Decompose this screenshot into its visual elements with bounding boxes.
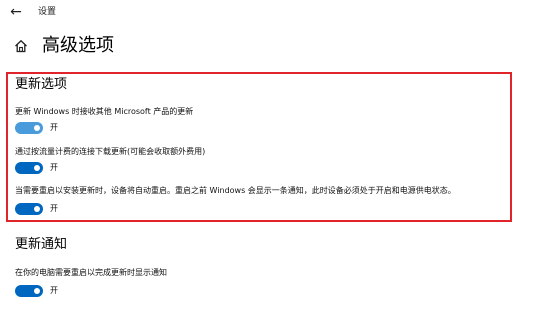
setting-label-restart-notification: 在你的电脑需要重启以完成更新时显示通知 <box>15 268 167 277</box>
toggle-state-label: 开 <box>50 123 58 132</box>
toggle-knob <box>34 165 40 171</box>
toggle-knob <box>34 125 40 131</box>
toggle-state-label: 开 <box>50 204 58 213</box>
section-title-update-notifications: 更新通知 <box>15 237 68 252</box>
window-title: 设置 <box>38 7 57 17</box>
page-title: 高级选项 <box>42 35 114 56</box>
back-arrow-icon[interactable]: ← <box>6 3 26 21</box>
toggle-restart-notification[interactable] <box>15 285 43 297</box>
toggle-auto-restart[interactable] <box>15 203 43 215</box>
toggle-knob <box>34 206 40 212</box>
setting-label-other-products: 更新 Windows 时接收其他 Microsoft 产品的更新 <box>15 107 194 116</box>
title-bar: ← 设置 <box>0 0 552 26</box>
toggle-knob <box>34 288 40 294</box>
toggle-state-label: 开 <box>50 286 58 295</box>
toggle-state-label: 开 <box>50 163 58 172</box>
home-icon[interactable] <box>14 39 28 53</box>
setting-label-metered-connection: 通过按流量计费的连接下载更新(可能会收取额外费用) <box>15 147 206 156</box>
setting-label-auto-restart: 当需要重启以安装更新时，设备将自动重启。重启之前 Windows 会显示一条通知… <box>15 186 456 195</box>
toggle-metered-connection[interactable] <box>15 162 43 174</box>
section-title-update-options: 更新选项 <box>15 77 68 92</box>
toggle-other-products[interactable] <box>15 122 43 134</box>
